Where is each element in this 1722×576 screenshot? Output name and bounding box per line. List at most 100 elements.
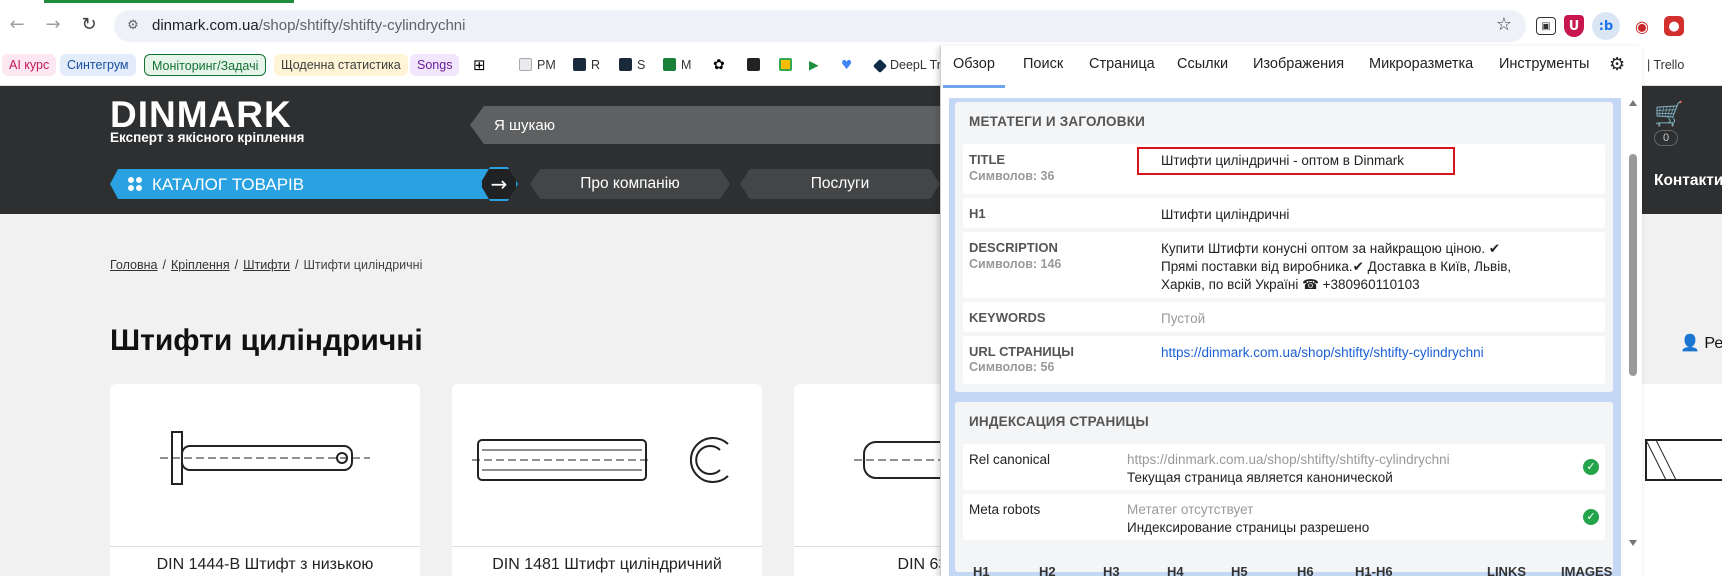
tab-page[interactable]: Страница: [1089, 56, 1155, 72]
meta-robots-row: Meta robots Метатег отсутствует Индексир…: [963, 494, 1605, 540]
bookmark-songs[interactable]: Songs: [410, 54, 460, 76]
bookmark-daily-stats[interactable]: Щоденна статистика: [274, 54, 408, 76]
seo-extension-icon[interactable]: :b: [1592, 12, 1620, 40]
chatgpt-icon[interactable]: ✿: [706, 54, 732, 76]
breadcrumb-home[interactable]: Головна: [110, 258, 158, 272]
cart-count-badge: 0: [1654, 130, 1678, 146]
url-row: URL СТРАНИЦЫ Символов: 56 https://dinmar…: [963, 336, 1605, 384]
tab-microdata[interactable]: Микроразметка: [1369, 56, 1473, 72]
heart-app-icon[interactable]: ♥: [834, 54, 859, 76]
search-placeholder: Я шукаю: [494, 117, 556, 134]
product-card[interactable]: [1636, 384, 1722, 576]
record-extension-icon[interactable]: ●: [1664, 16, 1684, 36]
nav-about[interactable]: Про компанію: [530, 169, 730, 199]
bookmark-dark-icon[interactable]: [740, 54, 772, 76]
breadcrumb-fasteners[interactable]: Кріплення: [171, 258, 230, 272]
description-label: DESCRIPTION: [969, 240, 1058, 255]
bookmark-star-icon[interactable]: ☆: [1496, 14, 1512, 35]
seo-extension-panel: Обзор Поиск Страница Ссылки Изображения …: [940, 46, 1642, 576]
page-title: Штифти циліндричні: [110, 324, 423, 357]
bookmark-pm[interactable]: PM: [512, 54, 563, 76]
meta-tags-section: МЕТАТЕГИ И ЗАГОЛОВКИ TITLE Символов: 36 …: [955, 102, 1613, 392]
image-extension-icon[interactable]: ▣: [1536, 17, 1556, 35]
product-card[interactable]: DIN 1444-B Штифт з низькою: [110, 384, 420, 576]
keywords-row: KEYWORDS Пустой: [963, 302, 1605, 332]
bookmark-trello[interactable]: | Trello: [1640, 54, 1691, 76]
title-row: TITLE Символов: 36 Штифти циліндричні - …: [963, 144, 1605, 194]
meta-robots-value: Метатег отсутствует: [1127, 502, 1254, 517]
scroll-thumb[interactable]: [1629, 154, 1637, 376]
register-link[interactable]: 👤 Ре: [1680, 333, 1722, 353]
active-tab-indicator: [943, 85, 1005, 88]
panel-tabs: Обзор Поиск Страница Ссылки Изображения …: [941, 46, 1642, 88]
deepl-icon: [872, 58, 888, 74]
canonical-row: Rel canonical https://dinmark.com.ua/sho…: [963, 444, 1605, 490]
h1-label: H1: [969, 206, 986, 221]
tab-tools[interactable]: Инструменты: [1499, 56, 1589, 72]
address-bar[interactable]: ⚙ dinmark.com.ua/shop/shtifty/shtifty-cy…: [114, 10, 1526, 42]
site-tagline: Експерт з якісного кріплення: [110, 130, 305, 145]
canonical-note: Текущая страница является канонической: [1127, 470, 1393, 485]
back-icon[interactable]: ←: [6, 14, 28, 36]
title-char-count: Символов: 36: [969, 169, 1055, 183]
panel-scrollbar[interactable]: [1627, 98, 1639, 548]
catalog-button[interactable]: КАТАЛОГ ТОВАРІВ: [110, 169, 490, 199]
breadcrumb-current: Штифти циліндричні: [303, 258, 423, 272]
check-ok-icon: ✓: [1583, 459, 1599, 475]
scroll-down-arrow-icon[interactable]: [1629, 540, 1637, 546]
product-title[interactable]: DIN 1481 Штифт циліндричний: [452, 556, 762, 574]
settings-gear-icon[interactable]: ⚙: [1609, 54, 1625, 75]
bookmark-ai-course[interactable]: AI курс: [2, 54, 57, 76]
bookmark-s[interactable]: S: [612, 54, 652, 76]
count-header-images: IMAGES: [1561, 564, 1613, 576]
bookmark-monitoring[interactable]: Моніторинг/Задачі: [144, 54, 267, 76]
card-divider: [110, 546, 420, 547]
breadcrumb-pins[interactable]: Штифти: [243, 258, 290, 272]
bookmark-m[interactable]: M: [656, 54, 698, 76]
page-url-link[interactable]: https://dinmark.com.ua/shop/shtifty/shti…: [1161, 344, 1484, 362]
pin-drawing-image: [1645, 439, 1722, 481]
extensions-bar: ▣ U :b ◉ ●: [1536, 10, 1684, 42]
card-divider: [452, 546, 762, 547]
count-header-h3: H3: [1103, 564, 1120, 576]
indexation-section: ИНДЕКСАЦИЯ СТРАНИЦЫ Rel canonical https:…: [955, 402, 1613, 572]
tab-images[interactable]: Изображения: [1253, 56, 1344, 72]
reload-icon[interactable]: ↻: [78, 14, 100, 36]
tab-search[interactable]: Поиск: [1023, 56, 1063, 72]
product-card[interactable]: DIN 1481 Штифт циліндричний: [452, 384, 762, 576]
heading-counts-header: H1 H2 H3 H4 H5 H6 H1-H6 LINKS IMAGES: [941, 564, 1642, 576]
red-extension-icon[interactable]: ◉: [1628, 12, 1656, 40]
slotted-pin-drawing-image: [472, 437, 729, 483]
count-header-h2: H2: [1039, 564, 1056, 576]
apps-grid-icon[interactable]: ⊞: [466, 54, 493, 76]
tab-links[interactable]: Ссылки: [1177, 56, 1228, 72]
url-label: URL СТРАНИЦЫ: [969, 344, 1074, 359]
shield-extension-icon[interactable]: U: [1564, 15, 1584, 37]
tab-overview[interactable]: Обзор: [953, 56, 995, 72]
keywords-label: KEYWORDS: [969, 310, 1046, 325]
description-row: DESCRIPTION Символов: 146 Купити Штифти …: [963, 232, 1605, 298]
bookmark-colorful[interactable]: [772, 54, 804, 76]
nav-contacts[interactable]: Контакти: [1654, 172, 1722, 190]
meta-robots-label: Meta robots: [969, 502, 1041, 517]
site-search-input[interactable]: Я шукаю: [470, 106, 950, 144]
forward-icon[interactable]: →: [42, 14, 64, 36]
canonical-label: Rel canonical: [969, 452, 1051, 467]
title-label: TITLE: [969, 152, 1006, 167]
pin-drawing-image: [160, 431, 370, 485]
product-title[interactable]: DIN 1444-B Штифт з низькою: [110, 556, 420, 574]
description-line-2: Прямі поставки від виробника.✔ Доставка …: [1161, 259, 1512, 274]
play-icon[interactable]: ▶: [802, 54, 826, 76]
tab-loading-indicator: [44, 0, 294, 3]
url-text[interactable]: dinmark.com.ua/shop/shtifty/shtifty-cyli…: [152, 17, 465, 34]
nav-services[interactable]: Послуги: [740, 169, 940, 199]
keywords-value: Пустой: [1161, 311, 1206, 326]
colorful-app-icon: [779, 58, 792, 71]
cart-icon[interactable]: 🛒: [1654, 100, 1684, 128]
scroll-up-arrow-icon[interactable]: [1629, 100, 1637, 106]
bookmark-syntegrum[interactable]: Синтегрум: [60, 54, 136, 76]
bookmark-r[interactable]: R: [566, 54, 607, 76]
bookmark-deepl[interactable]: DeepL Tr: [868, 54, 948, 76]
site-info-icon[interactable]: ⚙: [124, 17, 142, 35]
dark-app-icon: [747, 58, 760, 71]
